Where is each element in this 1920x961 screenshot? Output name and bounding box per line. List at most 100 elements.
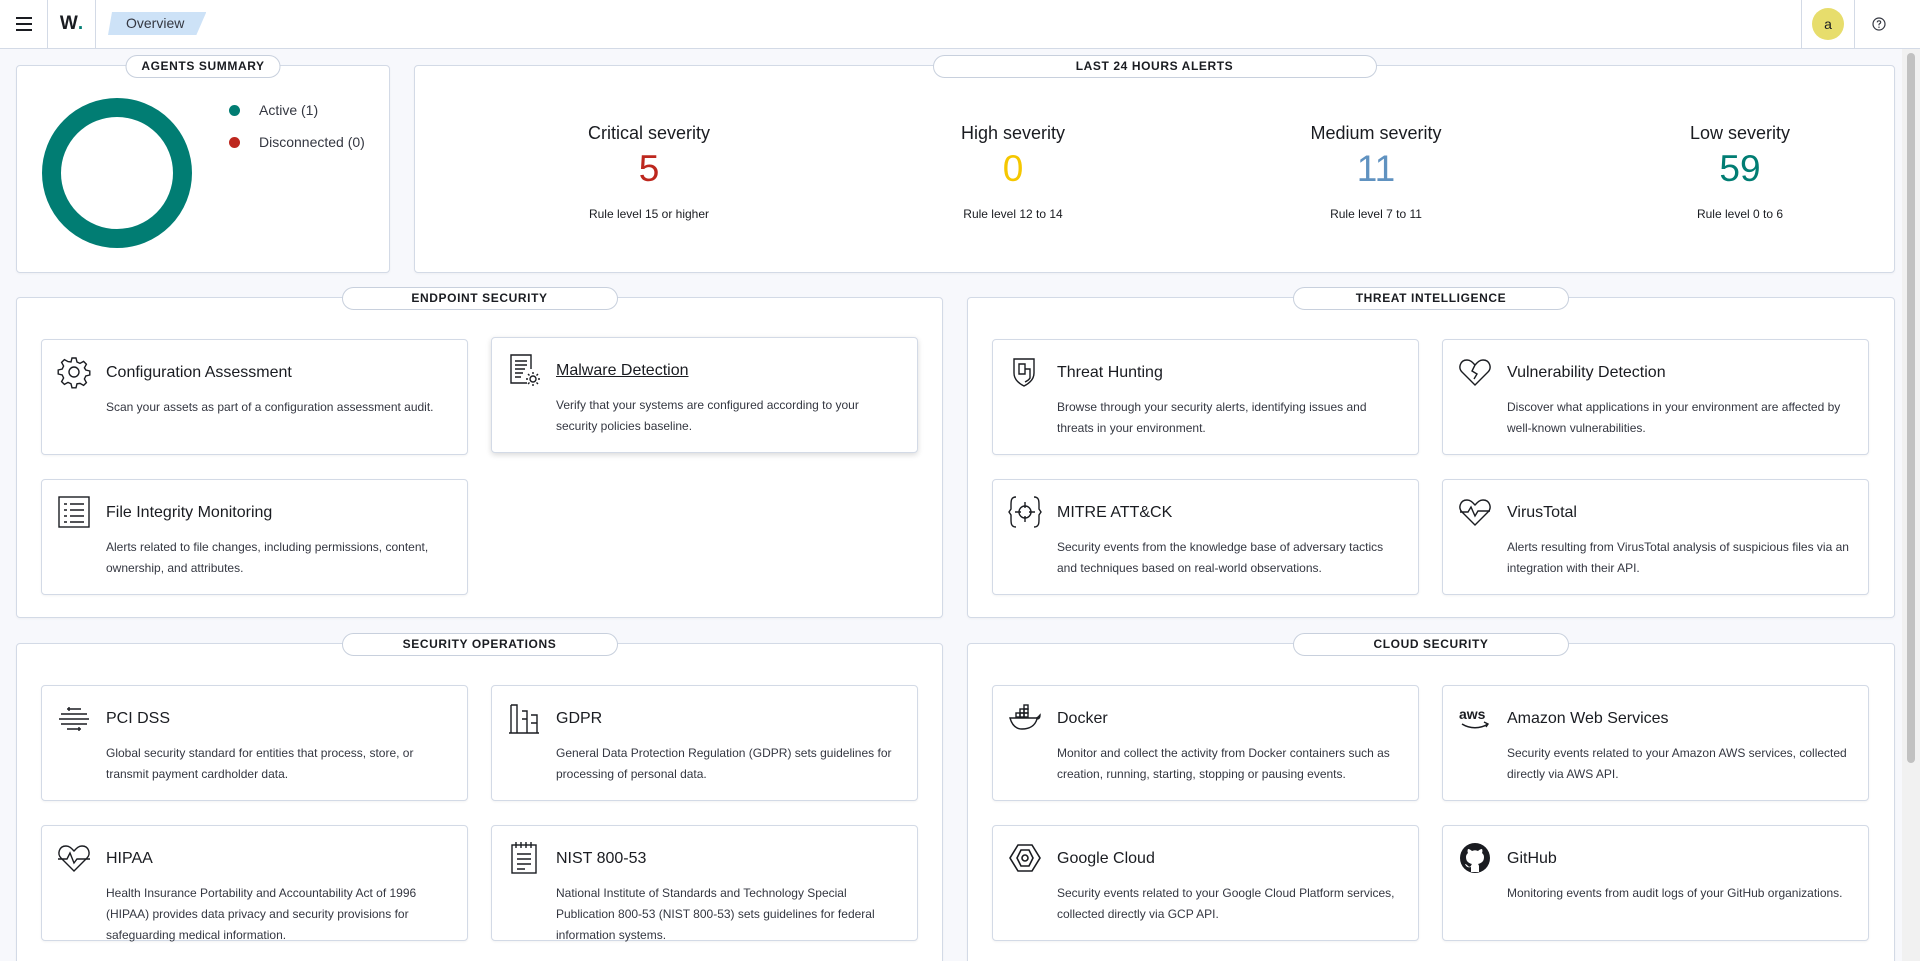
card-mitre-attack[interactable]: MITRE ATT&CK Security events from the kn… [992,479,1419,595]
card-title: Configuration Assessment [106,364,292,381]
severity-value: 59 [1719,148,1761,189]
user-menu-button[interactable]: a [1801,0,1854,48]
cloud-security-panel: CLOUD SECURITY Docker Monitor and collec… [967,633,1895,961]
app-logo[interactable]: W. [48,0,96,48]
card-gdpr[interactable]: GDPR General Data Protection Regulation … [491,685,918,801]
menu-icon [15,17,32,31]
card-description: Verify that your systems are configured … [556,398,859,433]
severity-description: Rule level 0 to 6 [1696,207,1784,221]
card-title: NIST 800-53 [556,850,647,867]
card-description: Browse through your security alerts, ide… [1057,400,1367,435]
menu-button[interactable] [0,0,48,48]
card-title: File Integrity Monitoring [106,504,273,521]
card-configuration-assessment[interactable]: Configuration Assessment Scan your asset… [41,339,468,455]
scrollbar-thumb[interactable] [1907,53,1915,763]
gear-icon [57,357,91,389]
severity-value: 5 [638,148,660,189]
card-description: Security events from the knowledge base … [1057,540,1384,575]
card-file-integrity-monitoring[interactable]: File Integrity Monitoring Alerts related… [41,479,468,595]
card-description: National Institute of Standards and Tech… [556,886,875,942]
severity-title: Medium severity [1310,123,1442,143]
alerts-panel: LAST 24 HOURS ALERTS Critical severity 5… [414,55,1895,273]
status-dot [229,136,240,148]
agents-summary-panel: AGENTS SUMMARY Active (1) Disconnected (… [16,55,390,273]
status-dot [229,104,240,116]
security-operations-panel: SECURITY OPERATIONS PCI DSS Global secur… [16,633,943,961]
card-title: GDPR [556,710,603,727]
card-github[interactable]: GitHub Monitoring events from audit logs… [1442,825,1869,941]
svg-text:aws: aws [1459,706,1486,722]
severity-title: Critical severity [587,123,711,143]
legend-label: Disconnected (0) [259,134,365,150]
endpoint-security-title: ENDPOINT SECURITY [341,287,618,310]
card-title: Amazon Web Services [1507,710,1669,727]
notebook-icon [511,842,537,874]
card-title: MITRE ATT&CK [1057,504,1173,521]
pci-icon [59,707,89,731]
severity-description: Rule level 12 to 14 [963,207,1063,221]
card-description: Monitoring events from audit logs of you… [1507,886,1843,900]
heart-pulse-icon [1459,499,1491,526]
breadcrumb-overview[interactable]: Overview [108,12,206,35]
card-description: Global security standard for entities th… [106,746,414,781]
card-docker[interactable]: Docker Monitor and collect the activity … [992,685,1419,801]
top-bar: W. Overview a [0,0,1920,49]
card-pci-dss[interactable]: PCI DSS Global security standard for ent… [41,685,468,801]
card-hipaa[interactable]: HIPAA Health Insurance Portability and A… [41,825,468,942]
help-button[interactable] [1854,0,1902,48]
list-document-icon [58,496,90,528]
critical-severity-stat[interactable]: Critical severity 5 Rule level 15 or hig… [529,123,769,221]
avatar: a [1812,8,1844,40]
card-threat-hunting[interactable]: Threat Hunting Browse through your secur… [992,339,1419,455]
agents-legend: Active (1) Disconnected (0) [229,102,365,166]
legend-item-active[interactable]: Active (1) [229,102,365,118]
card-virustotal[interactable]: VirusTotal Alerts resulting from VirusTo… [1442,479,1869,595]
card-title: Vulnerability Detection [1507,364,1666,381]
security-operations-title: SECURITY OPERATIONS [341,633,618,656]
broken-heart-icon [1459,359,1491,386]
card-title: GitHub [1507,850,1557,867]
card-malware-detection[interactable]: Malware Detection Verify that your syste… [491,337,918,453]
card-nist-800-53[interactable]: NIST 800-53 National Institute of Standa… [491,825,918,942]
card-title: Malware Detection [556,362,689,379]
card-title: VirusTotal [1507,504,1577,521]
logo-text: W [59,13,78,34]
card-description: Security events related to your Google C… [1057,886,1395,921]
heartbeat-icon [58,845,90,872]
legend-item-disconnected[interactable]: Disconnected (0) [229,134,365,150]
card-title: Docker [1057,710,1108,727]
document-gear-icon [510,354,540,386]
bank-icon [509,704,539,734]
crosshair-icon [1008,496,1042,528]
google-cloud-icon [1009,844,1041,872]
card-amazon-web-services[interactable]: aws Amazon Web Services Security events … [1442,685,1869,801]
severity-description: Rule level 15 or higher [588,207,710,221]
severity-value: 11 [1356,148,1396,189]
severity-title: High severity [960,123,1066,143]
threat-intelligence-title: THREAT INTELLIGENCE [1293,287,1569,310]
card-description: Monitor and collect the activity from Do… [1057,746,1390,781]
threat-intelligence-panel: THREAT INTELLIGENCE Threat Hunting Brows… [967,287,1895,618]
card-description: Scan your assets as part of a configurat… [106,400,434,414]
agents-donut-chart[interactable] [42,98,192,248]
severity-title: Low severity [1689,123,1791,143]
page-scrollbar[interactable] [1902,49,1920,961]
legend-label: Active (1) [259,102,319,118]
card-vulnerability-detection[interactable]: Vulnerability Detection Discover what ap… [1442,339,1869,455]
card-google-cloud[interactable]: Google Cloud Security events related to … [992,825,1419,941]
shield-icon [1013,358,1035,387]
card-description: Alerts resulting from VirusTotal analysi… [1507,540,1849,575]
high-severity-stat[interactable]: High severity 0 Rule level 12 to 14 [893,123,1133,221]
aws-icon: aws [1459,706,1490,729]
severity-value: 0 [1002,148,1024,189]
card-title: HIPAA [106,850,153,867]
agents-summary-title: AGENTS SUMMARY [125,55,281,78]
card-title: PCI DSS [106,710,171,727]
low-severity-stat[interactable]: Low severity 59 Rule level 0 to 6 [1620,123,1860,221]
severity-description: Rule level 7 to 11 [1330,207,1422,221]
alerts-title: LAST 24 HOURS ALERTS [932,55,1377,78]
medium-severity-stat[interactable]: Medium severity 11 Rule level 7 to 11 [1256,123,1496,221]
card-title: Threat Hunting [1057,364,1163,381]
help-icon [1871,17,1886,31]
card-description: Health Insurance Portability and Account… [106,886,417,942]
